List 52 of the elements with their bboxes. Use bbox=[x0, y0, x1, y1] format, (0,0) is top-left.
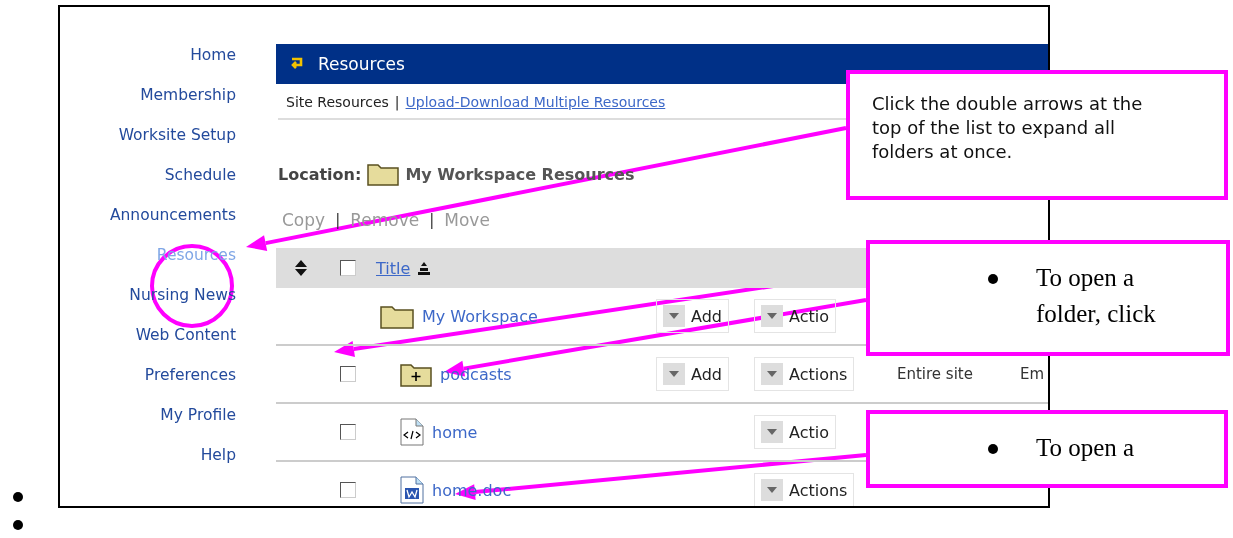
sidebar-link[interactable]: Membership bbox=[140, 83, 236, 107]
actions-dropdown[interactable]: Actio bbox=[754, 415, 836, 449]
sidebar-link[interactable]: Schedule bbox=[164, 163, 236, 187]
tool-title: Resources bbox=[318, 54, 405, 74]
add-dropdown[interactable]: Add bbox=[656, 299, 729, 333]
bullet-icon bbox=[13, 492, 23, 502]
sort-icon bbox=[418, 261, 431, 275]
word-document-icon bbox=[400, 476, 424, 504]
bullet-icon bbox=[988, 274, 998, 284]
sidebar-link[interactable]: Help bbox=[200, 443, 236, 467]
callout-text: Click the double arrows at the top of the list to expand all folders at once. bbox=[872, 92, 1144, 164]
folder-icon bbox=[367, 162, 400, 186]
bullet-icon bbox=[13, 520, 23, 530]
separator: | bbox=[335, 211, 341, 229]
actions-dropdown[interactable]: Actions bbox=[754, 473, 855, 506]
caret-icon bbox=[761, 305, 783, 327]
sidebar-link[interactable]: Announcements bbox=[109, 203, 236, 227]
caret-icon bbox=[761, 421, 783, 443]
sidebar-link[interactable]: My Profile bbox=[160, 403, 236, 427]
access-cell-text: Entire site bbox=[897, 365, 974, 383]
resource-link[interactable]: podcasts bbox=[440, 364, 512, 384]
resource-link[interactable]: My Workspace bbox=[422, 306, 538, 326]
caret-icon bbox=[761, 479, 783, 501]
callout-text: To open a bbox=[1036, 433, 1136, 463]
folder-icon bbox=[380, 303, 414, 329]
actions-dropdown[interactable]: Actions bbox=[754, 357, 855, 391]
expand-all-icon[interactable] bbox=[295, 260, 307, 276]
title-column-link[interactable]: Title bbox=[376, 258, 411, 278]
sidebar-link[interactable]: Home bbox=[190, 43, 236, 67]
current-page-label: Site Resources bbox=[286, 94, 389, 110]
callout-text: To open a folder, click bbox=[1036, 263, 1157, 329]
location-label: Location: bbox=[278, 164, 362, 184]
select-all-checkbox[interactable] bbox=[340, 260, 356, 276]
caret-icon bbox=[663, 305, 685, 327]
caret-icon bbox=[761, 363, 783, 385]
sidebar-link[interactable]: Web Content bbox=[135, 323, 236, 347]
separator: | bbox=[429, 211, 435, 229]
table-cell: Em bbox=[1020, 365, 1045, 383]
upload-download-link[interactable]: Upload-Download Multiple Resources bbox=[405, 94, 666, 110]
row-checkbox[interactable] bbox=[340, 424, 356, 440]
code-file-icon bbox=[400, 418, 424, 446]
bullet-icon bbox=[988, 444, 998, 454]
sidebar-link[interactable]: Worksite Setup bbox=[118, 123, 236, 147]
row-checkbox[interactable] bbox=[340, 366, 356, 382]
resource-link[interactable]: home bbox=[432, 422, 478, 442]
separator: | bbox=[394, 94, 400, 110]
row-checkbox[interactable] bbox=[340, 482, 356, 498]
actions-dropdown[interactable]: Actio bbox=[754, 299, 836, 333]
folder-plus-icon[interactable] bbox=[400, 361, 432, 387]
sidebar-link[interactable]: Preferences bbox=[144, 363, 236, 387]
caret-icon bbox=[663, 363, 685, 385]
add-dropdown[interactable]: Add bbox=[656, 357, 729, 391]
